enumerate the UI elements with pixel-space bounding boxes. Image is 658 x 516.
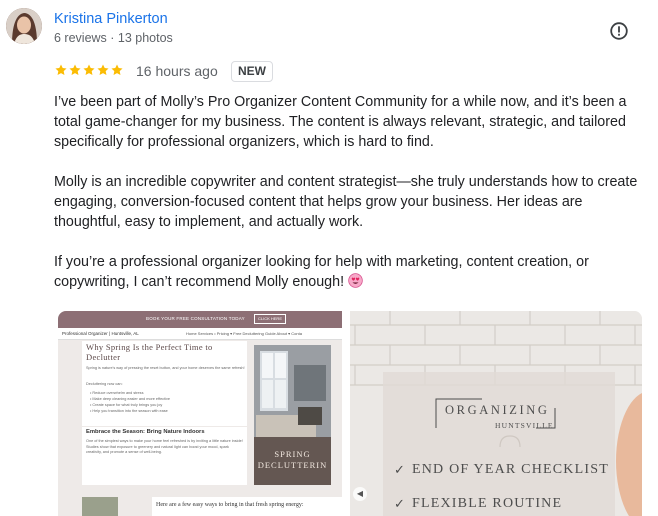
heart-eyes-emoji-icon — [348, 273, 363, 288]
review-paragraph-text: If you’re a professional organizer looki… — [54, 254, 589, 290]
photo-nav: Professional Organizer | Huntsville, AL … — [58, 328, 342, 340]
photo-bullet: • Help you transition into the season wi… — [90, 409, 168, 413]
review-text: I’ve been part of Molly’s Pro Organizer … — [54, 92, 639, 312]
photo-nav-links: Home Services • Pricing ▾ Free Declutter… — [186, 331, 302, 336]
review-paragraph-text: Molly is an incredible copywriter and co… — [54, 174, 638, 230]
photo-thumb — [82, 497, 118, 516]
new-badge: NEW — [231, 61, 273, 82]
checklist-item: END OF YEAR CHECKLIST — [412, 462, 609, 477]
star-icon — [97, 64, 109, 76]
report-icon[interactable] — [609, 21, 629, 41]
photo-image-caption: SPRING DECLUTTERIN — [254, 449, 331, 471]
check-icon: ✓ — [394, 496, 405, 511]
photo-bullet: • Make deep cleaning easier and more eff… — [90, 397, 170, 401]
review-paragraph: I’ve been part of Molly’s Pro Organizer … — [54, 94, 627, 150]
review-photo-2[interactable]: ORGANIZING HUNTSVILLE ✓ END OF YEAR CHEC… — [350, 311, 642, 516]
star-icon — [111, 64, 123, 76]
banner-cta: BOOK YOUR FREE CONSULTATION TODAY — [146, 316, 245, 321]
review-time: 16 hours ago — [136, 63, 218, 79]
photo-section-title: Embrace the Season: Bring Nature Indoors — [86, 429, 205, 435]
review-paragraph: Molly is an incredible copywriter and co… — [54, 172, 639, 232]
review-photo-1[interactable]: BOOK YOUR FREE CONSULTATION TODAY CLICK … — [58, 311, 342, 516]
photo-bullet-text: Help you transition into the season with… — [92, 409, 168, 413]
star-icon — [55, 64, 67, 76]
reviewer-name[interactable]: Kristina Pinkerton — [54, 11, 168, 27]
caption-line: SPRING — [274, 449, 311, 459]
review-paragraph: If you’re a professional organizer looki… — [54, 252, 639, 292]
chevron-left-icon[interactable]: ◀ — [353, 487, 367, 501]
star-icon — [83, 64, 95, 76]
photo-bullet-text: Make deep cleaning easier and more effec… — [92, 397, 170, 401]
avatar[interactable] — [6, 8, 42, 44]
caption-line: DECLUTTERIN — [257, 460, 328, 470]
photo-bottom-text: Here are a few easy ways to bring in tha… — [156, 502, 304, 508]
photo-bullet: • Reduce overwhelm and stress — [90, 391, 144, 395]
photo-banner: BOOK YOUR FREE CONSULTATION TODAY CLICK … — [58, 311, 342, 328]
brand-line-2: HUNTSVILLE — [495, 421, 554, 430]
photo-bullet-text: Reduce overwhelm and stress — [92, 391, 144, 395]
photo-room-image: SPRING DECLUTTERIN — [254, 345, 331, 485]
checklist-item: FLEXIBLE ROUTINE — [412, 496, 563, 511]
photo-bullet: • Create space for what truly brings you… — [90, 403, 163, 407]
brand-line-1: ORGANIZING — [445, 403, 550, 417]
check-icon: ✓ — [394, 462, 405, 477]
photo-section-body: One of the simplest ways to make your ho… — [86, 439, 243, 454]
star-icon — [69, 64, 81, 76]
photo-brand: Professional Organizer | Huntsville, AL — [62, 331, 139, 336]
banner-button: CLICK HERE — [254, 314, 286, 324]
photo-card — [82, 427, 247, 485]
photo-bullet-text: Create space for what truly brings you j… — [92, 403, 163, 407]
star-rating — [54, 63, 124, 77]
photo-intro: Spring is nature's way of pressing the r… — [86, 366, 245, 370]
photo-subtext: Decluttering now can: — [86, 382, 123, 386]
photo-heading: Why Spring Is the Perfect Time to Declut… — [86, 342, 213, 362]
reviewer-meta: 6 reviews · 13 photos — [54, 31, 173, 45]
